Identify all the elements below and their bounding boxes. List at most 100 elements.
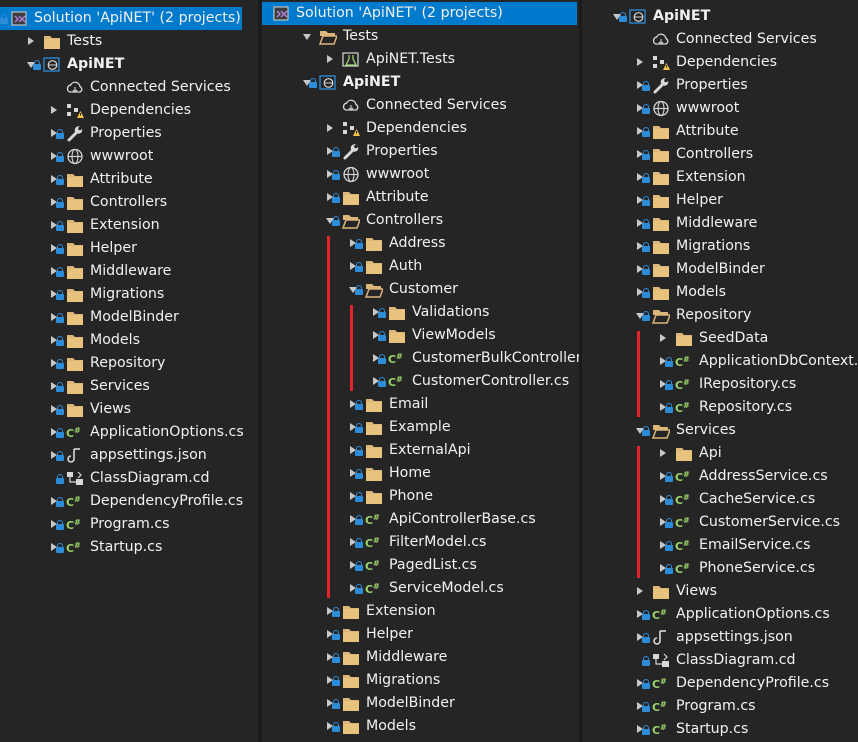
tree-item[interactable]: Repository (582, 304, 858, 327)
tree-item[interactable]: Tests (0, 30, 258, 53)
tree-item[interactable]: Attribute (0, 168, 258, 191)
chevron-right-icon[interactable] (324, 48, 336, 71)
tree-item[interactable]: Middleware (0, 260, 258, 283)
tree-item[interactable]: ApiNET.Tests (262, 48, 579, 71)
tree-item[interactable]: Properties (0, 122, 258, 145)
tree-item[interactable]: Repository (0, 352, 258, 375)
chevron-right-icon[interactable] (657, 442, 669, 465)
tree-item[interactable]: Email (262, 393, 579, 416)
tree-item[interactable]: Extension (262, 600, 579, 623)
tree-item[interactable]: Connected Services (0, 76, 258, 99)
tree-item[interactable]: ViewModels (262, 324, 579, 347)
tree-item[interactable]: Dependencies (582, 51, 858, 74)
tree-item[interactable]: Helper (262, 623, 579, 646)
tree-item[interactable]: Api (582, 442, 858, 465)
tree-item[interactable]: C # Startup.cs (582, 718, 858, 741)
tree-item[interactable]: C # ApplicationDbContext.cs (582, 350, 858, 373)
tree-item[interactable]: Helper (0, 237, 258, 260)
tree-item[interactable]: Services (0, 375, 258, 398)
tree-item[interactable]: Views (0, 398, 258, 421)
tree-item[interactable]: C # PhoneService.cs (582, 557, 858, 580)
tree-item[interactable]: C # Program.cs (0, 513, 258, 536)
tree-item[interactable]: Helper (582, 189, 858, 212)
tree-item[interactable]: Middleware (262, 646, 579, 669)
tree-item[interactable]: C # ServiceModel.cs (262, 577, 579, 600)
tree-item[interactable]: ModelBinder (262, 692, 579, 715)
tree-item[interactable]: Migrations (0, 283, 258, 306)
tree-item[interactable]: Dependencies (0, 99, 258, 122)
tree-item[interactable]: Properties (262, 140, 579, 163)
chevron-down-icon[interactable] (301, 25, 313, 48)
chevron-right-icon[interactable] (324, 117, 336, 140)
tree-item[interactable]: C # ApiControllerBase.cs (262, 508, 579, 531)
tree-item[interactable]: Auth (262, 255, 579, 278)
tree-item[interactable]: Connected Services (582, 28, 858, 51)
tree-item[interactable]: C # Startup.cs (0, 536, 258, 559)
tree-item[interactable]: Extension (582, 166, 858, 189)
tree-item[interactable]: Services (582, 419, 858, 442)
tree-item[interactable]: Tests (262, 25, 579, 48)
tree-item[interactable]: Customer (262, 278, 579, 301)
tree-item[interactable]: C # IRepository.cs (582, 373, 858, 396)
tree-item[interactable]: C # CacheService.cs (582, 488, 858, 511)
tree-item[interactable]: Controllers (0, 191, 258, 214)
tree-item[interactable]: C # AddressService.cs (582, 465, 858, 488)
tree-item[interactable]: Connected Services (262, 94, 579, 117)
tree-item[interactable]: SeedData (582, 327, 858, 350)
tree-item[interactable]: ApiNET (0, 53, 258, 76)
tree-item[interactable]: C # DependencyProfile.cs (582, 672, 858, 695)
tree-item[interactable]: C# CustomerBulkController.cs (262, 347, 579, 370)
chevron-right-icon[interactable] (634, 51, 646, 74)
tree-item[interactable]: C # EmailService.cs (582, 534, 858, 557)
tree-item[interactable]: ApiNET (262, 71, 579, 94)
tree-item[interactable]: ApiNET (582, 5, 858, 28)
tree-item[interactable]: ClassDiagram.cd (0, 467, 258, 490)
tree-item[interactable]: Attribute (582, 120, 858, 143)
tree-item[interactable]: Home (262, 462, 579, 485)
tree-item[interactable]: ModelBinder (0, 306, 258, 329)
chevron-right-icon[interactable] (48, 99, 60, 122)
tree-item[interactable]: C # FilterModel.cs (262, 531, 579, 554)
tree-item[interactable]: wwwroot (262, 163, 579, 186)
tree-item[interactable]: Models (0, 329, 258, 352)
tree-item[interactable]: C # ApplicationOptions.cs (0, 421, 258, 444)
tree-item[interactable]: Middleware (582, 212, 858, 235)
tree-item[interactable]: Models (582, 281, 858, 304)
tree-item[interactable]: Dependencies (262, 117, 579, 140)
tree-item[interactable]: C # CustomerService.cs (582, 511, 858, 534)
tree-item[interactable]: Validations (262, 301, 579, 324)
tree-item[interactable]: Attribute (262, 186, 579, 209)
tree-item[interactable]: Models (262, 715, 579, 738)
tree-item[interactable]: Migrations (582, 235, 858, 258)
tree-item[interactable]: appsettings.json (0, 444, 258, 467)
chevron-right-icon[interactable] (25, 30, 37, 53)
tree-item[interactable]: ClassDiagram.cd (582, 649, 858, 672)
solution-explorer-panel-repository[interactable]: ApiNET Connected Services Dependencies Prop… (582, 0, 858, 742)
tree-item[interactable]: ExternalApi (262, 439, 579, 462)
tree-item[interactable]: wwwroot (582, 97, 858, 120)
tree-item[interactable]: Views (582, 580, 858, 603)
tree-item[interactable]: ModelBinder (582, 258, 858, 281)
tree-item[interactable]: Address (262, 232, 579, 255)
tree-item[interactable]: Example (262, 416, 579, 439)
tree-item[interactable]: Solution 'ApiNET' (2 projects) (262, 2, 579, 25)
tree-item[interactable]: C # CustomerController.cs (262, 370, 579, 393)
tree-item[interactable]: Controllers (262, 209, 579, 232)
tree-item[interactable]: Migrations (262, 669, 579, 692)
tree-item[interactable]: Properties (582, 74, 858, 97)
tree-item[interactable]: Phone (262, 485, 579, 508)
solution-explorer-panel-collapsed[interactable]: Solution 'ApiNET' (2 projects) Tests ApiNE… (0, 0, 258, 742)
tree-item[interactable]: Solution 'ApiNET' (2 projects) (0, 7, 258, 30)
chevron-right-icon[interactable] (657, 327, 669, 350)
tree-item[interactable]: Controllers (582, 143, 858, 166)
tree-item[interactable]: C # PagedList.cs (262, 554, 579, 577)
tree-item[interactable]: C # ApplicationOptions.cs (582, 603, 858, 626)
chevron-right-icon[interactable] (634, 580, 646, 603)
tree-item[interactable]: Extension (0, 214, 258, 237)
tree-item[interactable]: wwwroot (0, 145, 258, 168)
solution-explorer-panel-controllers[interactable]: Solution 'ApiNET' (2 projects) Tests ApiNE… (262, 0, 579, 742)
tree-item[interactable]: C # Repository.cs (582, 396, 858, 419)
tree-item[interactable]: C # Program.cs (582, 695, 858, 718)
tree-item[interactable]: appsettings.json (582, 626, 858, 649)
tree-item[interactable]: C # DependencyProfile.cs (0, 490, 258, 513)
